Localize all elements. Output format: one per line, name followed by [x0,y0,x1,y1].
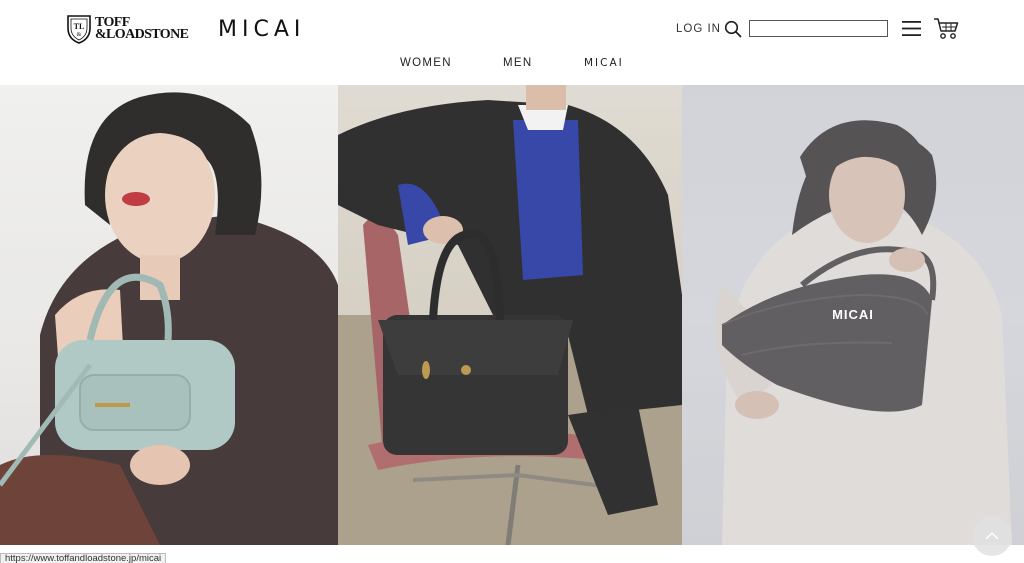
svg-text:&: & [77,32,82,38]
svg-text:TL: TL [74,22,85,31]
browser-status-url: https://www.toffandloadstone.jp/micai [0,553,167,563]
brand-micai-link[interactable]: MICAI [218,17,305,42]
site-header: TL & TOFF &LOADSTONE MICAI LOG IN WOMEN … [0,0,1024,85]
panel-overlay [338,85,682,545]
back-to-top-button[interactable] [972,516,1012,556]
hero-panel-men[interactable] [338,85,682,545]
search-icon[interactable] [724,20,742,38]
brand-logo-link[interactable]: TL & TOFF &LOADSTONE [66,14,189,44]
hero-panels: MICAI [0,85,1024,545]
menu-icon[interactable] [902,20,921,37]
main-nav: WOMEN MEN MICAI [0,57,1024,71]
cart-icon[interactable] [933,16,959,40]
crest-logo-icon: TL & [67,15,91,44]
nav-item-women[interactable]: WOMEN [400,57,452,69]
hero-panel-micai[interactable]: MICAI [682,85,1024,545]
nav-item-micai[interactable]: MICAI [584,57,624,69]
panel-label-micai: MICAI [832,307,874,322]
panel-overlay [0,85,338,545]
login-link[interactable]: LOG IN [676,23,721,35]
chevron-up-icon [985,531,999,540]
brand-primary-name: TOFF &LOADSTONE [95,16,189,42]
brand-line-2: &LOADSTONE [95,27,189,42]
hero-panel-women[interactable] [0,85,338,545]
nav-item-men[interactable]: MEN [503,57,532,69]
search-input[interactable] [749,20,888,37]
